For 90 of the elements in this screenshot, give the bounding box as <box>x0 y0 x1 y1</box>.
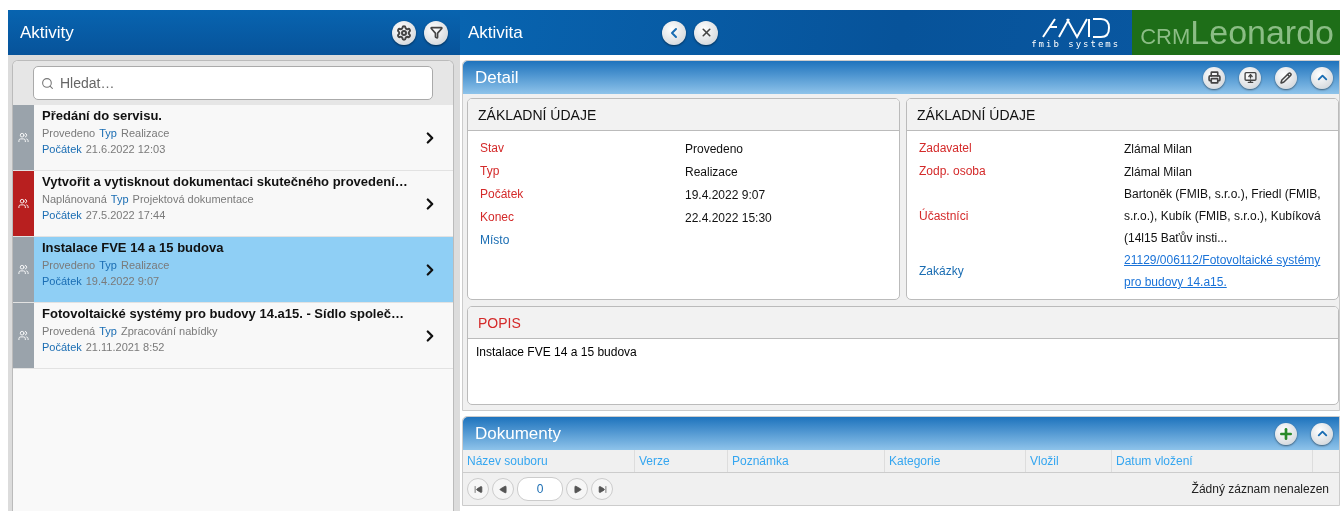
close-button[interactable] <box>694 20 718 45</box>
field-label: Zodp. osoba <box>919 163 987 180</box>
people-icon <box>18 330 29 341</box>
close-icon <box>699 26 713 39</box>
activity-title: Vytvořit a vytisknout dokumentaci skutečného provedení… <box>42 174 409 189</box>
activity-status: Provedená <box>42 325 96 337</box>
field-value: Zlámal Milan <box>1124 140 1193 158</box>
activity-title: Předání do servisu. <box>42 108 163 123</box>
activity-title: Instalace FVE 14 a 15 budova <box>42 240 225 255</box>
activity-title: Fotovoltaické systémy pro budovy 14.a15. - Sídlo společ… <box>42 306 405 321</box>
field-label: Počátek <box>42 341 82 353</box>
filter-button[interactable] <box>424 20 448 45</box>
first-page-button[interactable] <box>467 478 489 500</box>
field-label: Typ <box>99 127 117 139</box>
next-page-icon <box>572 484 582 494</box>
order-link[interactable]: 21129/006112/Fotovoltaické systémy pro budovy 14.a15. <box>1124 249 1326 293</box>
activity-item[interactable]: Předání do servisu. Provedeno Typ Realizace Počátek 21.6.2022 12:03 <box>13 105 453 171</box>
pager-status: Žádný záznam nenalezen <box>1191 482 1330 496</box>
field-value: Realizace <box>685 163 739 181</box>
field-label: Počátek <box>42 275 82 287</box>
field-label: Typ <box>480 163 501 180</box>
field-label: Konec <box>480 209 516 226</box>
next-page-button[interactable] <box>566 478 588 500</box>
activity-type: Zpracování nabídky <box>120 325 218 337</box>
card-title: ZÁKLADNÍ ÚDAJE <box>917 106 1036 123</box>
card-title: ZÁKLADNÍ ÚDAJE <box>478 106 597 123</box>
pencil-icon <box>1280 71 1292 84</box>
section-title: Detail <box>475 67 520 88</box>
company-name: fmib systems <box>1031 38 1121 49</box>
export-button[interactable] <box>1239 66 1261 89</box>
activity-item[interactable]: Vytvořit a vytisknout dokumentaci skutečného provedení… Naplánovaná Typ Projektová dokumentace Počátek 27.5.2022 17:44 <box>13 171 453 237</box>
field-label: Počátek <box>42 209 82 221</box>
field-label: Zadavatel <box>919 140 973 157</box>
activity-status: Naplánovaná <box>42 193 107 205</box>
card-title: POPIS <box>478 314 521 331</box>
activity-item[interactable]: Instalace FVE 14 a 15 budova Provedeno Typ Realizace Počátek 19.4.2022 9:07 <box>13 237 453 303</box>
activity-type: Realizace <box>120 259 170 271</box>
page-field[interactable]: 0 <box>517 477 563 501</box>
field-value: Zlámal Milan <box>1124 163 1193 181</box>
collapse-button[interactable] <box>1311 422 1333 445</box>
activity-start: 27.5.2022 17:44 <box>85 209 166 221</box>
last-page-icon <box>597 484 607 494</box>
first-page-icon <box>473 484 483 494</box>
logo-icon <box>1040 16 1111 39</box>
print-button[interactable] <box>1203 66 1225 89</box>
activity-item[interactable]: Fotovoltaické systémy pro budovy 14.a15. - Sídlo společ… Provedená Typ Zpracování nabídky Počátek 21.11.2021 8:52 <box>13 303 453 369</box>
activity-status: Provedeno <box>42 259 96 271</box>
search-icon <box>41 77 54 90</box>
search-field[interactable]: Hledat… <box>33 66 433 100</box>
previous-page-icon <box>498 484 508 494</box>
description-text: Instalace FVE 14 a 15 budova <box>475 344 638 361</box>
activity-start: 21.11.2021 8:52 <box>85 341 165 353</box>
printer-icon <box>1207 71 1221 84</box>
activity-start: 19.4.2022 9:07 <box>85 275 160 287</box>
panel-title: Aktivity <box>20 22 75 43</box>
field-label: Počátek <box>480 186 525 203</box>
last-page-button[interactable] <box>591 478 613 500</box>
plus-icon <box>1278 425 1294 442</box>
settings-icon <box>396 24 412 41</box>
field-value: Provedeno <box>685 140 745 158</box>
settings-button[interactable] <box>392 20 416 45</box>
field-value: 22.4.2022 15:30 <box>685 209 773 227</box>
field-value: 19.4.2022 9:07 <box>685 186 767 204</box>
previous-page-button[interactable] <box>492 478 514 500</box>
collapse-button[interactable] <box>1311 66 1333 89</box>
people-icon <box>18 132 29 143</box>
field-value: Bartoněk (FMIB, s.r.o.), Friedl (FMIB, s.r.o.), Kubík (FMIB, s.r.o.), Kubíková (14l15 Baťův insti... <box>1124 186 1322 247</box>
field-label: Zakázky <box>919 262 965 280</box>
field-label: Místo <box>480 232 511 249</box>
activity-type: Projektová dokumentace <box>132 193 254 205</box>
field-label: Počátek <box>42 143 82 155</box>
field-label: Stav <box>480 140 505 157</box>
activity-status: Provedeno <box>42 127 96 139</box>
back-button[interactable] <box>662 20 686 45</box>
field-label: Typ <box>99 259 117 271</box>
edit-button[interactable] <box>1275 66 1297 89</box>
field-label: Typ <box>99 325 117 337</box>
filter-icon <box>429 26 443 39</box>
add-button[interactable] <box>1275 422 1297 445</box>
monitor-icon <box>1243 71 1257 84</box>
people-icon <box>18 264 29 275</box>
product-name: Leonardo <box>1190 13 1334 52</box>
product-prefix: CRM <box>1140 23 1191 50</box>
section-title: Dokumenty <box>475 423 562 444</box>
people-icon <box>18 198 29 209</box>
activity-type: Realizace <box>120 127 170 139</box>
field-label: Typ <box>110 193 129 205</box>
activity-start: 21.6.2022 12:03 <box>85 143 166 155</box>
field-label: Účastníci <box>919 207 970 225</box>
panel-title: Aktivita <box>468 22 524 43</box>
